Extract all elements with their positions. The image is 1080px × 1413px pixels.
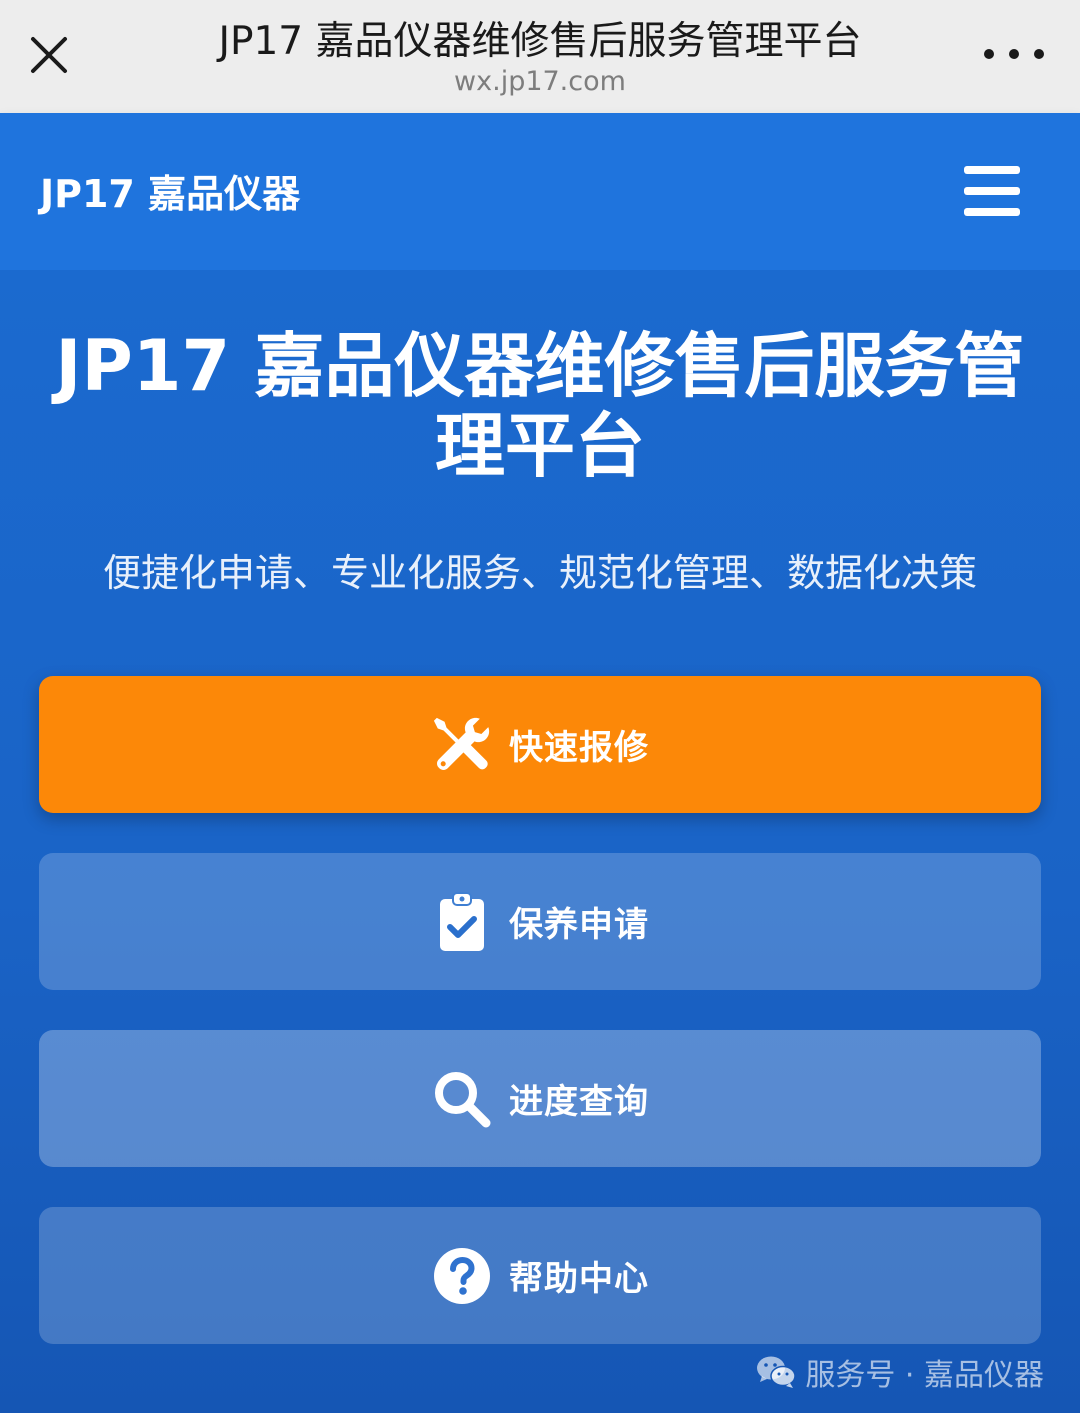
maintenance-request-button[interactable]: 保养申请 [39,853,1041,990]
question-circle-icon [431,1245,493,1307]
hamburger-line [964,187,1020,195]
maintenance-request-label: 保养申请 [509,905,649,945]
hamburger-line [964,166,1020,174]
search-icon [431,1068,493,1130]
hamburger-menu-button[interactable] [964,166,1020,216]
hero-title: JP17 嘉品仪器维修售后服务管理平台 [55,325,1025,487]
browser-url: wx.jp17.com [454,66,626,97]
progress-query-label: 进度查询 [509,1082,649,1122]
hero-subtitle: 便捷化申请、专业化服务、规范化管理、数据化决策 [102,551,977,595]
clipboard-check-icon [431,891,493,953]
more-dot-icon [984,49,994,59]
browser-top-bar: JP17 嘉品仪器维修售后服务管理平台 wx.jp17.com [0,0,1080,113]
hero-section: JP17 嘉品仪器维修售后服务管理平台 便捷化申请、专业化服务、规范化管理、数据… [0,270,1080,1413]
close-icon [31,37,67,73]
quick-repair-button[interactable]: 快速报修 [39,676,1041,813]
watermark-text: 服务号 · 嘉品仪器 [805,1358,1044,1393]
hamburger-line [964,208,1020,216]
tools-icon [431,714,493,776]
wechat-watermark: 服务号 · 嘉品仪器 [755,1350,1044,1394]
help-center-button[interactable]: 帮助中心 [39,1207,1041,1344]
browser-page-title: JP17 嘉品仪器维修售后服务管理平台 [218,19,862,64]
site-header: JP17 嘉品仪器 [0,113,1080,270]
more-dot-icon [1009,49,1019,59]
help-center-label: 帮助中心 [509,1259,649,1299]
brand-logo-text[interactable]: JP17 嘉品仪器 [40,163,300,218]
wechat-icon [757,1356,797,1388]
close-button[interactable] [22,28,76,82]
more-dot-icon [1034,49,1044,59]
progress-query-button[interactable]: 进度查询 [39,1030,1041,1167]
more-options-button[interactable] [984,34,1044,74]
quick-repair-label: 快速报修 [509,728,649,768]
